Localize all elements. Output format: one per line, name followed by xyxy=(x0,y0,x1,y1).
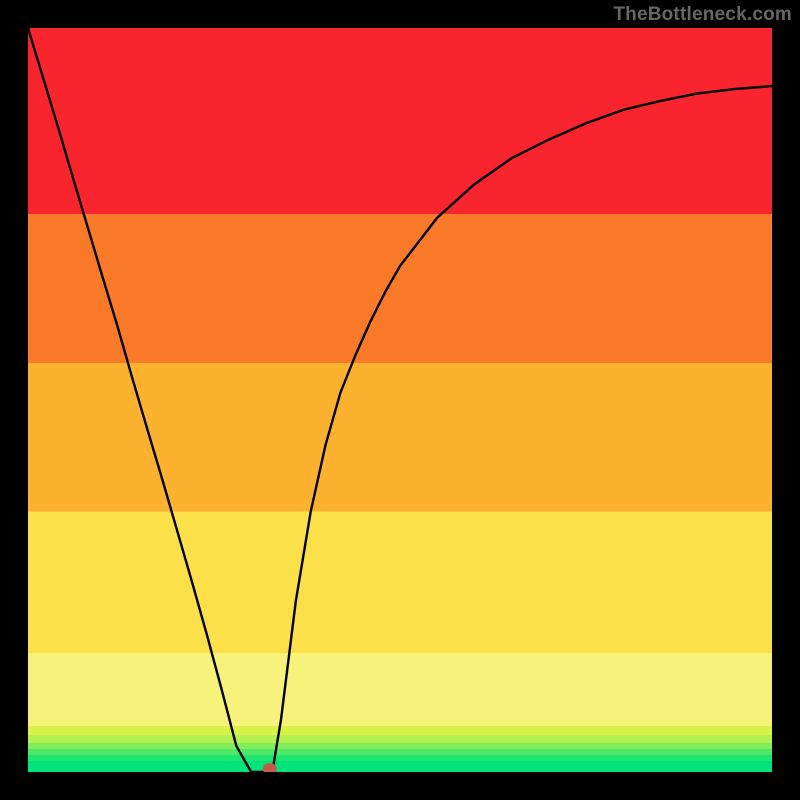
watermark-label: TheBottleneck.com xyxy=(613,4,792,26)
chart-plot xyxy=(28,28,772,772)
chart-svg xyxy=(28,28,772,772)
chart-stage: TheBottleneck.com xyxy=(0,0,800,800)
